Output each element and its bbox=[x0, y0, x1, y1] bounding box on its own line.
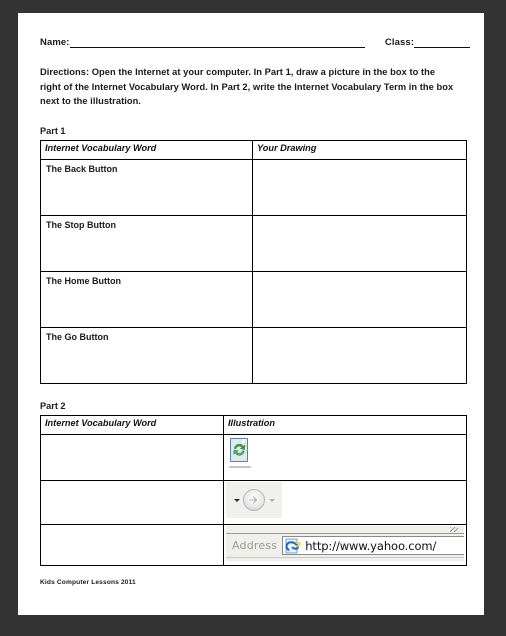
worksheet-page: Name: Class: Directions: Open the Intern… bbox=[18, 13, 484, 615]
part1-word-cell: The Go Button bbox=[40, 327, 253, 385]
part1-drawing-cell[interactable] bbox=[252, 271, 467, 329]
refresh-icon-underline bbox=[229, 466, 251, 469]
refresh-icon bbox=[229, 438, 253, 470]
part2-answer-cell[interactable] bbox=[40, 524, 224, 567]
screenshot-canvas: Name: Class: Directions: Open the Intern… bbox=[0, 0, 506, 636]
internet-explorer-icon bbox=[285, 538, 301, 554]
table-row bbox=[40, 434, 467, 482]
table-row bbox=[40, 480, 467, 526]
part2-header-word: Internet Vocabulary Word bbox=[40, 415, 224, 436]
class-blank-field[interactable] bbox=[414, 37, 470, 48]
toolbar-grip-icon bbox=[450, 527, 458, 533]
part2-table: Internet Vocabulary Word Illustration Ad… bbox=[40, 415, 467, 567]
class-label: Class: bbox=[384, 37, 414, 48]
go-button-icon bbox=[242, 489, 265, 512]
chevron-down-icon bbox=[233, 498, 240, 502]
chevron-down-icon-secondary bbox=[268, 498, 275, 502]
part1-header-word: Internet Vocabulary Word bbox=[40, 140, 253, 161]
part2-answer-cell[interactable] bbox=[40, 480, 224, 526]
illustration-refresh bbox=[224, 435, 466, 480]
toolbar-strip bbox=[226, 526, 464, 535]
name-blank-field[interactable] bbox=[69, 37, 365, 48]
part2-header-row: Internet Vocabulary Word Illustration bbox=[40, 415, 467, 436]
part2-answer-cell[interactable] bbox=[40, 434, 224, 482]
part1-header-drawing: Your Drawing bbox=[252, 140, 467, 161]
part1-word-cell: The Stop Button bbox=[40, 215, 253, 273]
worksheet-content: Name: Class: Directions: Open the Intern… bbox=[40, 35, 470, 586]
browser-address-bar: Address http://www.yahoo.com/ bbox=[226, 526, 464, 562]
part2-heading: Part 2 bbox=[40, 401, 66, 412]
footer-credit: Kids Computer Lessons 2011 bbox=[40, 579, 136, 587]
table-row: The Stop Button bbox=[40, 215, 467, 273]
illustration-go-button bbox=[224, 481, 466, 524]
name-class-line: Name: Class: bbox=[40, 37, 470, 48]
name-label: Name: bbox=[40, 37, 70, 48]
part2-illustration-cell: Address http://www.yahoo.com/ bbox=[223, 524, 467, 567]
go-button-toolbar bbox=[226, 482, 282, 519]
part1-word-cell: The Back Button bbox=[40, 159, 253, 217]
part1-table: Internet Vocabulary Word Your Drawing Th… bbox=[40, 140, 467, 385]
refresh-arrows-glyph bbox=[233, 443, 246, 456]
part1-drawing-cell[interactable] bbox=[252, 215, 467, 273]
table-row: The Go Button bbox=[40, 327, 467, 385]
arrow-right-glyph bbox=[247, 495, 258, 505]
address-url-text: http://www.yahoo.com/ bbox=[305, 538, 437, 553]
part1-heading: Part 1 bbox=[40, 126, 66, 137]
part1-drawing-cell[interactable] bbox=[252, 159, 467, 217]
table-row: The Back Button bbox=[40, 159, 467, 217]
address-row: Address http://www.yahoo.com/ bbox=[226, 534, 464, 558]
address-label: Address bbox=[232, 539, 278, 553]
address-input[interactable]: http://www.yahoo.com/ bbox=[282, 536, 464, 556]
table-row: The Home Button bbox=[40, 271, 467, 329]
directions-paragraph: Directions: Open the Internet at your co… bbox=[40, 67, 454, 107]
part1-word-cell: The Home Button bbox=[40, 271, 253, 329]
part2-header-illustration: Illustration bbox=[223, 415, 467, 436]
address-bar-bottom-edge bbox=[226, 557, 464, 562]
part1-drawing-cell[interactable] bbox=[252, 327, 467, 385]
part2-illustration-cell bbox=[223, 480, 467, 526]
illustration-address-bar: Address http://www.yahoo.com/ bbox=[224, 525, 466, 565]
table-row: Address http://www.yahoo.com/ bbox=[40, 524, 467, 567]
part2-illustration-cell bbox=[223, 434, 467, 482]
part1-header-row: Internet Vocabulary Word Your Drawing bbox=[40, 140, 467, 161]
